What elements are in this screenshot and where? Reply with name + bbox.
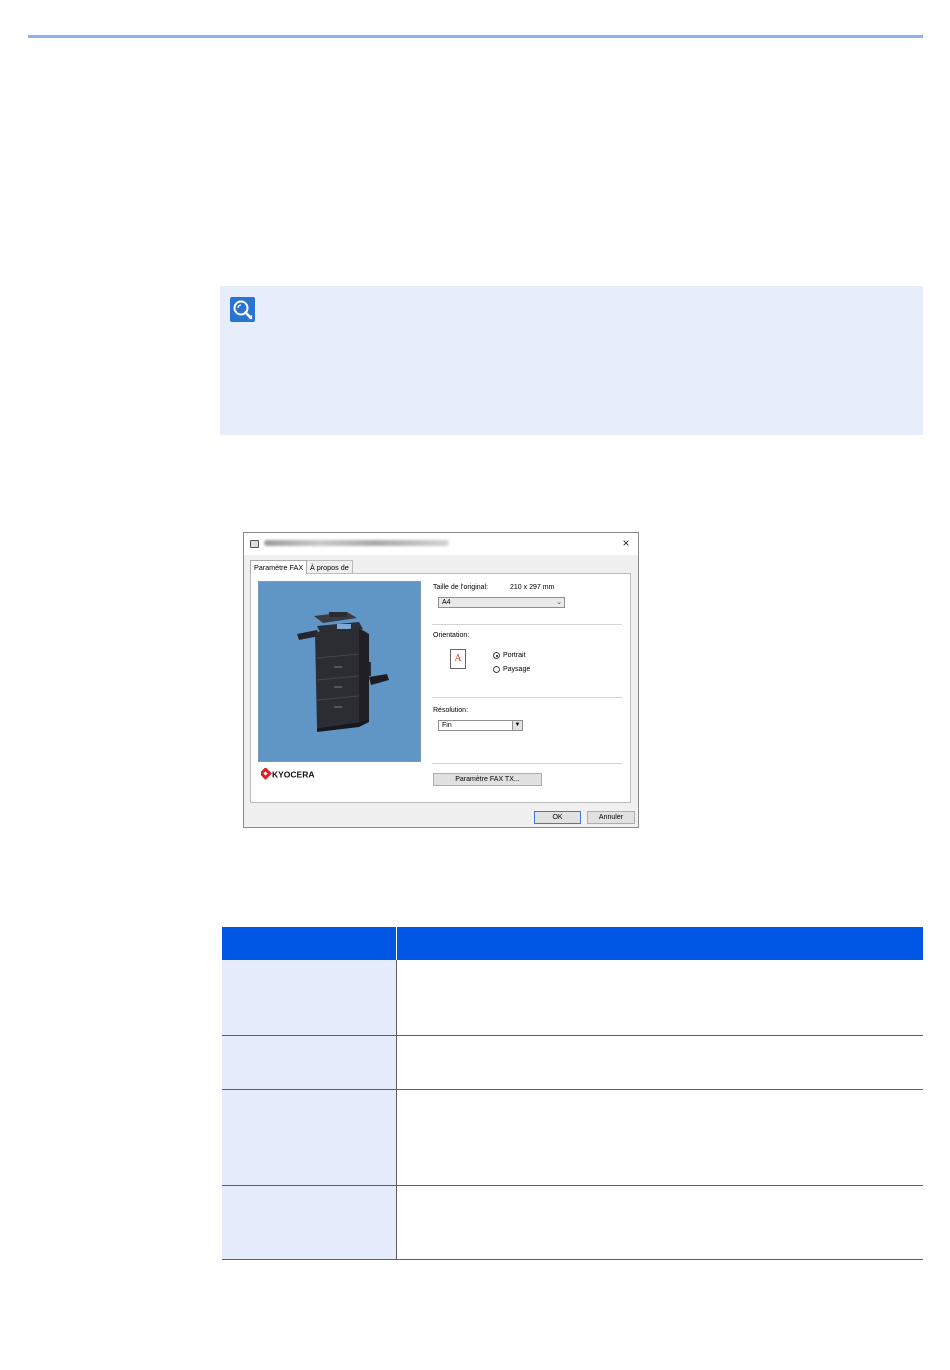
fax-settings-dialog: × Paramètre FAX À propos de KYOCERA Tail…: [243, 532, 639, 828]
tab-fax-settings[interactable]: Paramètre FAX: [250, 560, 308, 574]
table-value-cell: [396, 1089, 923, 1186]
table-row: [222, 1185, 923, 1261]
resolution-label: Résolution:: [433, 707, 469, 714]
table-value-cell: [396, 1185, 923, 1261]
settings-table: [222, 927, 923, 1261]
table-key-cell: [222, 1185, 397, 1261]
fax-tx-settings-button[interactable]: Paramètre FAX TX...: [433, 773, 542, 786]
kyocera-logo: KYOCERA: [259, 767, 321, 782]
printer-preview-image: [258, 581, 421, 762]
table-row: [222, 960, 923, 1036]
table-row: [222, 1035, 923, 1090]
table-key-cell: [222, 1035, 397, 1090]
portrait-radio[interactable]: [493, 652, 500, 659]
portrait-label[interactable]: Portrait: [503, 652, 526, 659]
close-button[interactable]: ×: [619, 536, 633, 550]
svg-text:KYOCERA: KYOCERA: [272, 770, 315, 780]
table-value-cell: [396, 960, 923, 1036]
table-header-cell: [222, 927, 397, 961]
ok-button[interactable]: OK: [534, 811, 581, 824]
original-size-dimension: 210 x 297 mm: [510, 584, 555, 591]
resolution-value: Fin: [442, 722, 452, 729]
table-header-cell: [396, 927, 923, 961]
landscape-radio[interactable]: [493, 666, 500, 673]
dropdown-arrow-icon: ▼: [512, 721, 522, 730]
header-rule: [28, 35, 923, 38]
cancel-button[interactable]: Annuler: [587, 811, 635, 824]
resolution-select[interactable]: Fin ▼: [438, 720, 523, 731]
original-size-value: A4: [442, 599, 451, 606]
table-header-row: [222, 927, 923, 961]
lightbulb-icon: [230, 297, 255, 322]
table-row: [222, 1089, 923, 1186]
table-value-cell: [396, 1035, 923, 1090]
separator: [432, 763, 622, 764]
dialog-titlebar: ×: [244, 533, 638, 555]
table-key-cell: [222, 1089, 397, 1186]
tab-panel: KYOCERA Taille de l'original: 210 x 297 …: [250, 573, 631, 803]
landscape-label[interactable]: Paysage: [503, 666, 530, 673]
tab-about[interactable]: À propos de: [306, 560, 353, 573]
note-box: [220, 286, 923, 435]
dialog-client-area: Paramètre FAX À propos de KYOCERA Taille…: [244, 555, 638, 827]
original-size-label: Taille de l'original:: [433, 584, 489, 591]
table-key-cell: [222, 960, 397, 1036]
orientation-preview-icon: A: [450, 649, 466, 669]
original-size-select[interactable]: A4 ⌄: [438, 597, 565, 608]
separator: [432, 697, 622, 698]
separator: [432, 624, 622, 625]
chevron-down-icon: ⌄: [556, 599, 562, 606]
orientation-label: Orientation:: [433, 632, 470, 639]
printer-icon: [250, 540, 259, 548]
dialog-title-blurred: [264, 540, 449, 546]
